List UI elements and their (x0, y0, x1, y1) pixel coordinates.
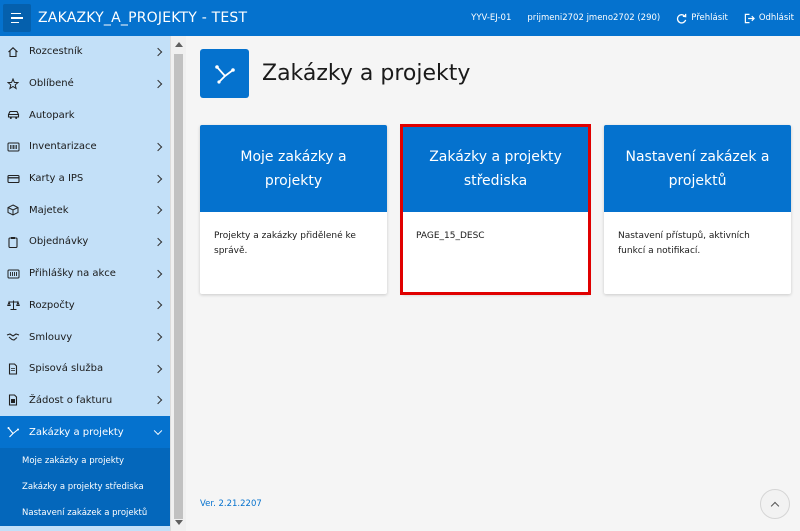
switch-user-button[interactable]: Přehlásit (676, 13, 728, 24)
card-description: Projekty a zakázky přidělené ke správě. (214, 231, 356, 256)
sidebar-item-objednavky[interactable]: Objednávky (0, 226, 170, 258)
sidebar-item-autopark[interactable]: Autopark (0, 99, 170, 131)
chevron-right-icon (153, 301, 163, 310)
top-header: ZAKAZKY_A_PROJEKTY - TEST YYV-EJ-01 prij… (0, 0, 800, 36)
sidebar-item-inventarizace[interactable]: Inventarizace (0, 131, 170, 163)
sidebar-item-prihlasky-na-akce[interactable]: Přihlášky na akce (0, 258, 170, 290)
card-description: PAGE_15_DESC (416, 231, 485, 241)
card-title[interactable]: Zakázky a projekty střediska (402, 125, 589, 212)
sidebar-item-karty-a-ips[interactable]: Karty a IPS (0, 163, 170, 195)
switch-user-label: Přehlásit (691, 13, 728, 23)
sidebar-item-rozpocty[interactable]: Rozpočty (0, 290, 170, 322)
subnav-item-nastaveni[interactable]: Nastavení zakázek a projektů (0, 500, 170, 526)
card-title[interactable]: Nastavení zakázek a projektů (604, 125, 791, 212)
version-label: Ver. 2.21.2207 (200, 499, 262, 509)
card-moje-zakazky[interactable]: Moje zakázky a projekty Projekty a zakáz… (200, 125, 387, 294)
sidebar-item-rozcestnik[interactable]: Rozcestník (0, 36, 170, 68)
refresh-icon (677, 13, 687, 24)
header-actions: YYV-EJ-01 prijmeni2702 jmeno2702 (290) P… (455, 13, 800, 24)
chevron-up-icon (770, 501, 780, 511)
chevron-right-icon (153, 79, 163, 88)
chevron-right-icon (153, 332, 163, 342)
subnav-item-zakazky-strediska[interactable]: Zakázky a projekty střediska (0, 474, 170, 500)
card-description: Nastavení přístupů, aktivních funkcí a n… (618, 231, 750, 256)
subnav-item-moje-zakazky[interactable]: Moje zakázky a projekty (0, 448, 170, 474)
sidebar-item-label: Karty a IPS (29, 173, 84, 185)
sidebar-item-label: Autopark (29, 109, 75, 121)
scroll-down-arrow-icon[interactable] (175, 520, 183, 525)
sidebar-item-label: Rozcestník (29, 46, 83, 58)
sidebar-item-label: Zakázky a projekty (29, 426, 124, 438)
page-graph-icon (200, 49, 249, 98)
sidebar-item-label: Smlouvy (29, 331, 73, 343)
logout-button[interactable]: Odhlásit (744, 13, 794, 24)
scroll-up-arrow-icon[interactable] (175, 42, 183, 47)
clipboard-icon (1, 236, 25, 248)
box-icon (1, 204, 25, 216)
logout-icon (744, 13, 755, 23)
car-icon (1, 109, 25, 121)
card-zakazky-strediska[interactable]: Zakázky a projekty střediska PAGE_15_DES… (402, 125, 589, 294)
chevron-down-icon (153, 426, 163, 436)
chevron-right-icon (153, 364, 163, 373)
app-title[interactable]: ZAKAZKY_A_PROJEKTY - TEST (38, 10, 247, 26)
environment-code: YYV-EJ-01 (471, 13, 512, 23)
star-icon (1, 77, 25, 90)
main-content: Zakázky a projekty Moje zakázky a projek… (187, 36, 800, 531)
handshake-icon (1, 331, 25, 343)
user-menu[interactable]: prijmeni2702 jmeno2702 (290) (527, 13, 660, 23)
chevron-right-icon (153, 47, 163, 57)
sidebar-item-zadost-o-fakturu[interactable]: Žádost o fakturu (0, 385, 170, 417)
sidebar-item-zakazky-a-projekty[interactable]: Zakázky a projekty (0, 416, 170, 448)
sidebar-subnav: Moje zakázky a projekty Zakázky a projek… (0, 447, 170, 526)
sidebar-item-majetek[interactable]: Majetek (0, 194, 170, 226)
barcode-icon (1, 141, 25, 153)
sidebar-scrollbar[interactable] (170, 36, 186, 531)
sidebar-item-label: Majetek (29, 204, 69, 216)
file-icon (1, 363, 25, 375)
hamburger-menu-button[interactable] (3, 4, 31, 32)
chevron-right-icon (153, 269, 163, 278)
page-title: Zakázky a projekty (262, 61, 471, 86)
home-icon (1, 46, 25, 58)
card-icon (1, 173, 25, 185)
sidebar-item-smlouvy[interactable]: Smlouvy (0, 321, 170, 353)
sidebar-item-label: Inventarizace (29, 141, 97, 153)
scroll-to-top-button[interactable] (760, 489, 790, 519)
sidebar-item-label: Rozpočty (29, 299, 75, 311)
sidebar-item-label: Oblíbené (29, 78, 74, 90)
chevron-right-icon (153, 396, 163, 405)
sidebar-item-label: Spisová služba (29, 363, 104, 375)
sidebar-item-label: Žádost o fakturu (29, 394, 113, 406)
scales-icon (1, 299, 25, 311)
chevron-right-icon (153, 237, 163, 247)
card-nastaveni[interactable]: Nastavení zakázek a projektů Nastavení p… (604, 125, 791, 294)
invoice-icon (1, 394, 25, 406)
chevron-right-icon (153, 142, 163, 152)
ticket-icon (1, 268, 25, 280)
card-title[interactable]: Moje zakázky a projekty (200, 125, 387, 212)
logout-label: Odhlásit (758, 13, 794, 23)
sidebar-item-spisova-sluzba[interactable]: Spisová služba (0, 353, 170, 385)
chevron-right-icon (153, 206, 163, 215)
scroll-thumb[interactable] (174, 54, 183, 519)
graph-icon (1, 426, 25, 438)
chevron-right-icon (153, 174, 163, 183)
sidebar-nav: Rozcestník Oblíbené Autopark Inventariza… (0, 36, 170, 531)
sidebar-item-label: Objednávky (29, 236, 89, 248)
sidebar-item-oblibene[interactable]: Oblíbené (0, 68, 170, 100)
sidebar-item-label: Přihlášky na akce (29, 268, 116, 280)
